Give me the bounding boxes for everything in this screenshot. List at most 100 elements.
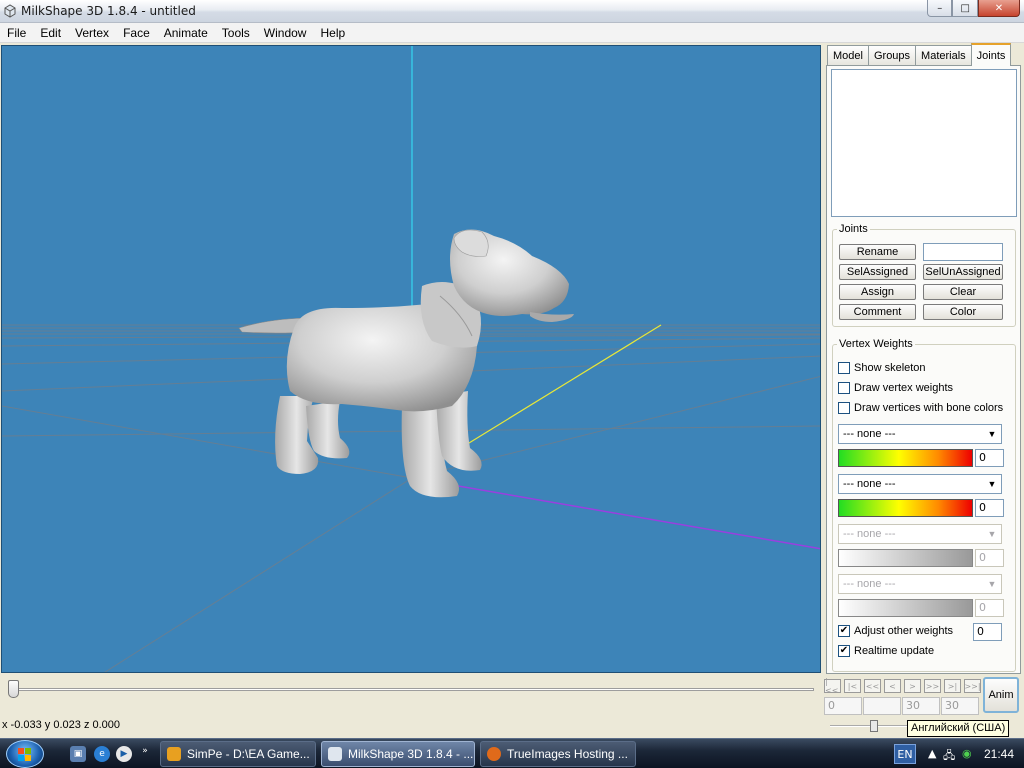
timeline-track[interactable] (14, 688, 814, 691)
joint-list[interactable] (831, 69, 1017, 217)
menu-file[interactable]: File (0, 26, 33, 40)
dog-model (238, 229, 574, 498)
end-frame-field[interactable]: 30 (941, 697, 979, 715)
quick-launch-more-icon[interactable]: » (140, 743, 150, 759)
maximize-button[interactable]: □ (952, 0, 978, 17)
joints-tab-content: Joints Rename SelAssigned SelUnAssigned … (826, 65, 1021, 674)
frame-count-field[interactable]: 30 (902, 697, 940, 715)
taskbar-item-firefox[interactable]: TrueImages Hosting ... (480, 741, 636, 767)
tab-joints[interactable]: Joints (970, 43, 1012, 66)
timeline-thumb[interactable] (8, 680, 19, 698)
next-keyframe-button[interactable]: >| (944, 679, 961, 693)
next-frame-button[interactable]: > (904, 679, 921, 693)
show-desktop-icon[interactable]: ▣ (70, 746, 86, 762)
start-button[interactable] (6, 740, 44, 768)
window-title: MilkShape 3D 1.8.4 - untitled (21, 4, 196, 18)
bone-select-value: --- none --- (843, 528, 896, 540)
comment-button[interactable]: Comment (839, 304, 916, 320)
milkshape-icon (328, 747, 342, 761)
sel-assigned-button[interactable]: SelAssigned (839, 264, 916, 280)
chevron-down-icon: ▼ (987, 479, 997, 489)
internet-explorer-icon[interactable]: e (94, 746, 110, 762)
weight-slider-2[interactable] (838, 499, 973, 517)
chevron-down-icon: ▼ (987, 529, 997, 539)
weight-value-2[interactable]: 0 (975, 499, 1004, 517)
bone-select-1[interactable]: --- none --- ▼ (838, 424, 1002, 444)
bone-select-value: --- none --- (843, 428, 896, 440)
title-bar[interactable]: MilkShape 3D 1.8.4 - untitled – □ ✕ (0, 0, 1024, 23)
viewport-scene (2, 46, 820, 672)
axis-x (411, 477, 820, 550)
weight-slider-4 (838, 599, 973, 617)
tab-model[interactable]: Model (827, 45, 869, 65)
joint-name-input[interactable] (923, 243, 1003, 261)
tab-materials[interactable]: Materials (915, 45, 972, 65)
realtime-update-checkbox[interactable]: ✔ Realtime update (838, 645, 934, 657)
right-panel: Model Groups Materials Joints Joints Ren… (823, 43, 1024, 674)
speed-slider-thumb[interactable] (870, 720, 878, 732)
3d-viewport[interactable] (1, 45, 821, 673)
adjust-other-weights-checkbox[interactable]: ✔ Adjust other weights (838, 625, 953, 637)
checkbox-label: Draw vertices with bone colors (854, 402, 1004, 414)
menu-tools[interactable]: Tools (215, 26, 257, 40)
adjust-other-value[interactable]: 0 (973, 623, 1002, 641)
frame-field-2[interactable] (863, 697, 901, 715)
firefox-icon (487, 747, 501, 761)
taskbar-item-simpe[interactable]: SimPe - D:\EA Game... (160, 741, 316, 767)
tab-groups[interactable]: Groups (867, 45, 917, 65)
milkshape-app-icon (4, 4, 16, 18)
close-button[interactable]: ✕ (977, 0, 1020, 17)
fast-forward-button[interactable]: >> (924, 679, 941, 693)
rewind-button[interactable]: << (864, 679, 881, 693)
checkbox-label: Draw vertex weights (854, 382, 954, 394)
anim-button[interactable]: Anim (983, 677, 1019, 713)
show-skeleton-checkbox[interactable]: Show skeleton (838, 362, 926, 374)
simpe-icon (167, 747, 181, 761)
minimize-button[interactable]: – (927, 0, 953, 17)
taskbar-item-label: TrueImages Hosting ... (507, 747, 628, 761)
prev-keyframe-button[interactable]: |< (844, 679, 861, 693)
joints-group-label: Joints (839, 223, 868, 235)
assign-button[interactable]: Assign (839, 284, 916, 300)
clock[interactable]: 21:44 (984, 747, 1014, 761)
check-icon: ✔ (838, 645, 850, 657)
draw-vertex-weights-checkbox[interactable]: Draw vertex weights (838, 382, 953, 394)
menu-help[interactable]: Help (313, 26, 352, 40)
draw-bone-colors-checkbox[interactable]: Draw vertices with bone colors (838, 402, 1003, 414)
prev-frame-button[interactable]: < (884, 679, 901, 693)
taskbar-item-milkshape[interactable]: MilkShape 3D 1.8.4 - ... (321, 741, 475, 767)
current-frame-field[interactable]: 0 (824, 697, 862, 715)
sel-unassigned-button[interactable]: SelUnAssigned (923, 264, 1003, 280)
vertex-weights-label: Vertex Weights (839, 338, 913, 350)
language-indicator[interactable]: EN (894, 744, 916, 764)
media-player-icon[interactable]: ▶ (116, 746, 132, 762)
checkbox-label: Adjust other weights (854, 625, 954, 637)
taskbar-item-label: SimPe - D:\EA Game... (187, 747, 310, 761)
menu-animate[interactable]: Animate (157, 26, 215, 40)
checkbox-label: Show skeleton (854, 362, 926, 374)
weight-slider-1[interactable] (838, 449, 973, 467)
wifi-icon[interactable]: ◉ (962, 747, 972, 760)
menu-edit[interactable]: Edit (33, 26, 68, 40)
last-frame-button[interactable]: >>| (964, 679, 981, 693)
taskbar: ▣ e ▶ » SimPe - D:\EA Game... MilkShape … (0, 738, 1024, 768)
color-button[interactable]: Color (923, 304, 1003, 320)
weight-value-3: 0 (975, 549, 1004, 567)
panel-tabs: Model Groups Materials Joints (827, 43, 1012, 66)
weight-value-4: 0 (975, 599, 1004, 617)
menu-face[interactable]: Face (116, 26, 157, 40)
rename-button[interactable]: Rename (839, 244, 916, 260)
network-icon[interactable]: 🖧 (943, 747, 955, 766)
minimize-icon: – (937, 2, 943, 14)
menu-window[interactable]: Window (257, 26, 314, 40)
menu-vertex[interactable]: Vertex (68, 26, 116, 40)
weight-value-1[interactable]: 0 (975, 449, 1004, 467)
close-icon: ✕ (994, 2, 1004, 14)
tray-expand-icon[interactable]: ▲ (928, 747, 936, 760)
bone-select-2[interactable]: --- none --- ▼ (838, 474, 1002, 494)
first-frame-button[interactable]: |<< (824, 677, 841, 695)
status-bar: x -0.033 y 0.023 z 0.000 Английский (США… (0, 718, 1024, 738)
taskbar-item-label: MilkShape 3D 1.8.4 - ... (348, 747, 474, 761)
chevron-down-icon: ▼ (987, 579, 997, 589)
clear-button[interactable]: Clear (923, 284, 1003, 300)
